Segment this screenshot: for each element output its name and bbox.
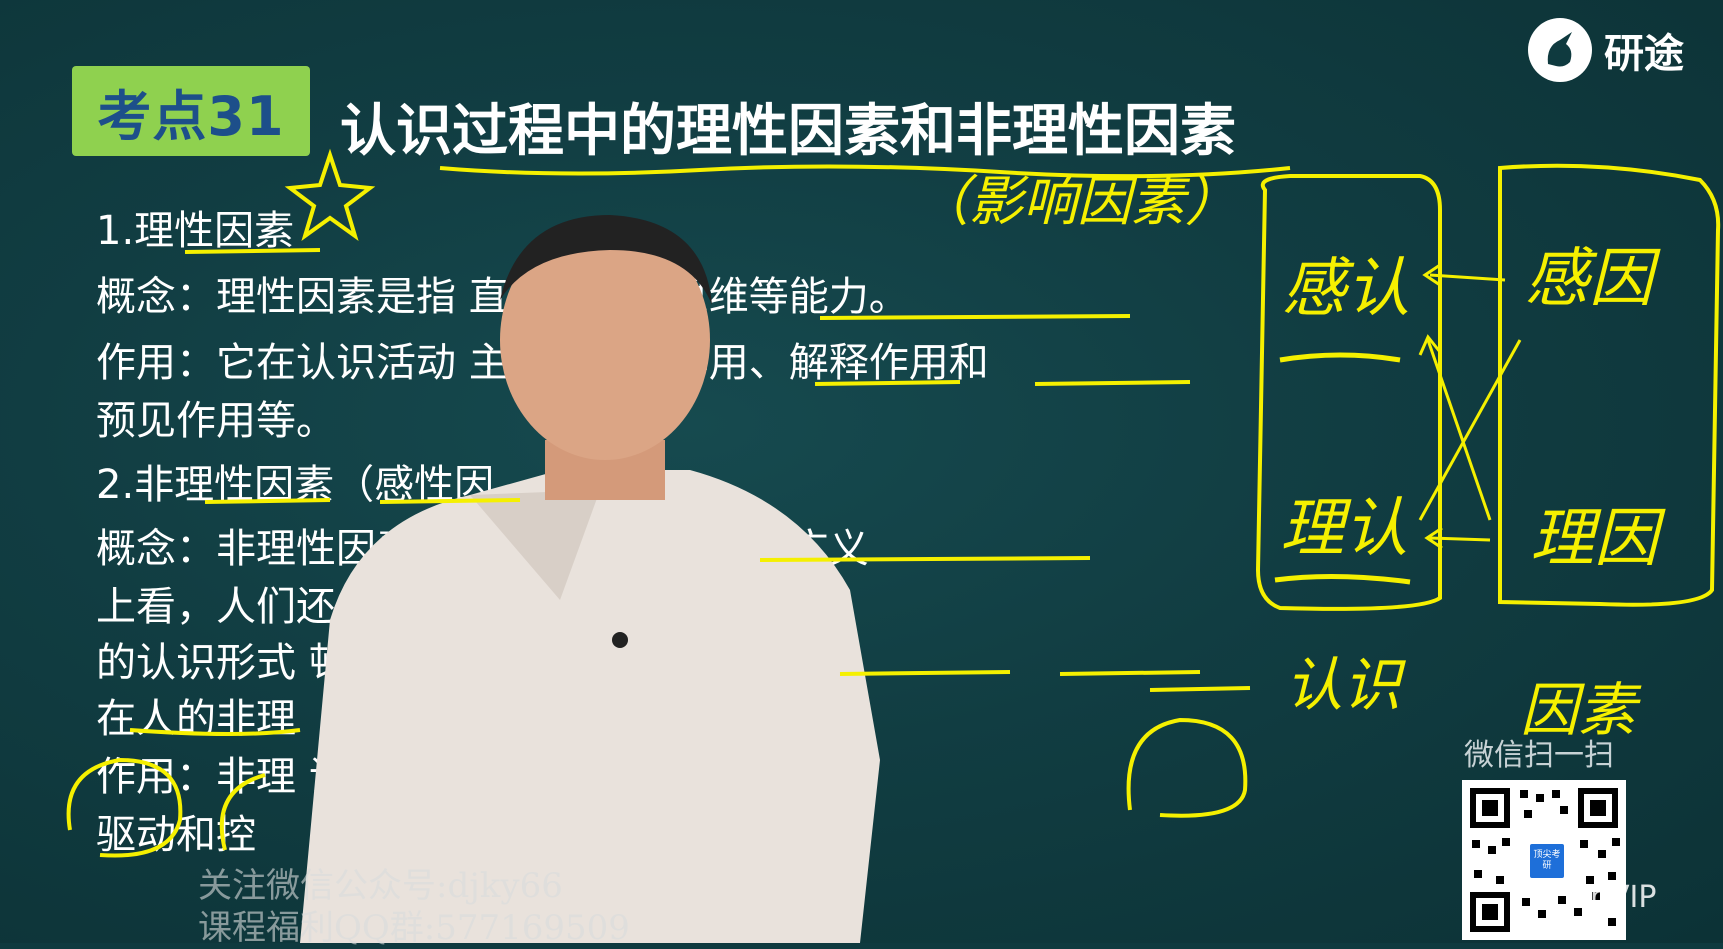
star-mark: [284, 148, 376, 242]
unicorn-icon: [1528, 18, 1592, 82]
note-rational-factor: 理因: [1530, 502, 1666, 576]
note-perceptual-cognition: 感认: [1282, 252, 1410, 326]
vip-label: nVIP: [1590, 880, 1657, 915]
qr-center-logo: 顶尖考研: [1528, 842, 1566, 880]
qr-scan-label: 微信扫一扫: [1464, 738, 1614, 773]
note-perceptual-factor: 感因: [1525, 242, 1661, 316]
presenter-figure: [300, 215, 880, 943]
watermark-qq-group: 课程福利QQ群:577169509: [198, 908, 630, 948]
note-rational-cognition: 理认: [1280, 492, 1408, 566]
note-influence-factors: （影响因素）: [915, 170, 1239, 233]
brand-logo: 研途: [1528, 18, 1684, 82]
note-cognition: 认识: [1285, 651, 1406, 719]
qr-code[interactable]: 顶尖考研: [1462, 780, 1626, 940]
brand-name: 研途: [1604, 31, 1684, 77]
